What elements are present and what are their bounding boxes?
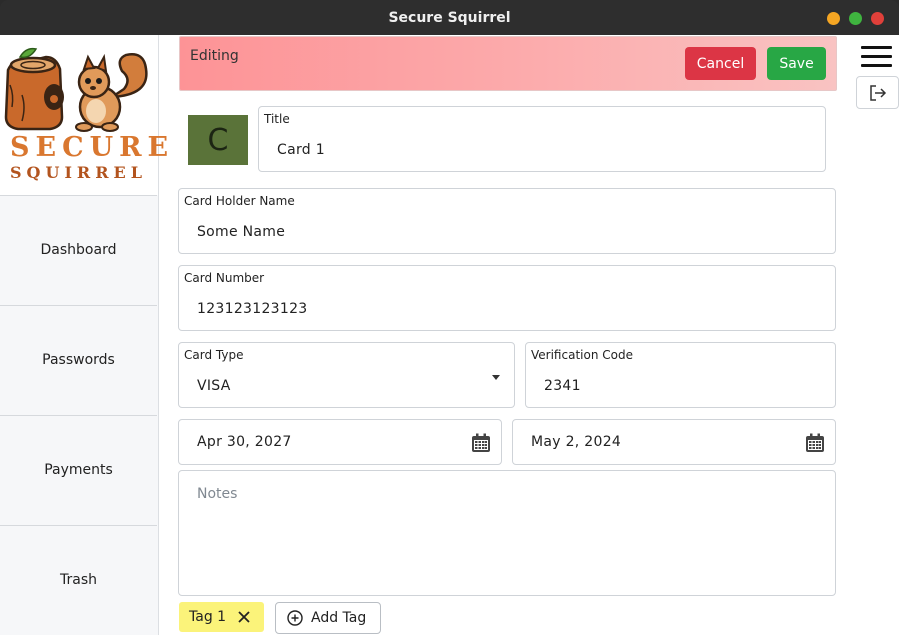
expiry-date-field[interactable]: Apr 30, 2027 [178,419,502,465]
title-value[interactable]: Card 1 [277,142,325,158]
editing-label: Editing [190,48,239,64]
app-window: SECURE SQUIRREL Dashboard Passwords Paym… [0,35,899,635]
card-number-label: Card Number [184,271,265,285]
sidebar-item-payments[interactable]: Payments [0,415,157,524]
notes-placeholder: Notes [197,486,238,502]
minimize-button[interactable] [827,12,840,25]
app-logo: SECURE SQUIRREL [0,35,175,195]
card-type-label: Card Type [184,348,244,362]
title-label: Title [264,112,290,126]
second-date-value[interactable]: May 2, 2024 [531,434,621,450]
verification-code-value[interactable]: 2341 [544,378,581,394]
add-tag-button[interactable]: Add Tag [275,602,381,634]
sidebar-item-label: Dashboard [40,242,117,258]
tag-chip: Tag 1 [179,602,264,632]
notes-textarea[interactable]: Notes [178,470,836,596]
save-button[interactable]: Save [767,47,826,80]
sidebar-item-label: Passwords [42,352,115,368]
tag-label: Tag 1 [189,609,227,625]
calendar-icon[interactable] [805,433,825,453]
chevron-down-icon[interactable] [492,375,500,380]
calendar-icon[interactable] [471,433,491,453]
sidebar: SECURE SQUIRREL Dashboard Passwords Paym… [0,35,175,635]
card-type-select[interactable]: Card Type VISA [178,342,515,408]
sidebar-item-label: Payments [44,462,113,478]
window-titlebar: Secure Squirrel [0,0,899,35]
second-date-field[interactable]: May 2, 2024 [512,419,836,465]
card-holder-label: Card Holder Name [184,194,295,208]
card-holder-value[interactable]: Some Name [197,224,285,240]
sidebar-item-label: Trash [60,572,97,588]
card-number-field[interactable]: Card Number 123123123123 [178,265,836,331]
add-tag-label: Add Tag [311,610,367,626]
close-icon[interactable] [237,610,251,624]
title-field[interactable]: Title Card 1 [258,106,826,172]
sidebar-item-dashboard[interactable]: Dashboard [0,195,157,304]
card-type-value[interactable]: VISA [197,378,231,394]
cancel-button[interactable]: Cancel [685,47,756,80]
card-holder-field[interactable]: Card Holder Name Some Name [178,188,836,254]
logout-button[interactable] [856,76,899,109]
edit-card-form: Editing Cancel Save C Title Card 1 Card … [159,35,849,635]
squirrel-logo-icon [4,47,148,132]
logout-icon [869,84,886,101]
sidebar-item-passwords[interactable]: Passwords [0,305,157,414]
verification-code-field[interactable]: Verification Code 2341 [525,342,836,408]
expiry-date-value[interactable]: Apr 30, 2027 [197,434,292,450]
plus-circle-icon [287,610,303,626]
card-number-value[interactable]: 123123123123 [197,301,308,317]
avatar: C [188,115,248,165]
logo-wordmark-secure: SECURE [10,132,175,163]
verification-code-label: Verification Code [531,348,633,362]
maximize-button[interactable] [849,12,862,25]
sidebar-item-trash[interactable]: Trash [0,525,157,634]
editing-banner: Editing Cancel Save [179,36,837,91]
window-title: Secure Squirrel [388,10,511,26]
close-window-button[interactable] [871,12,884,25]
logo-wordmark-squirrel: SQUIRREL [10,163,147,182]
menu-icon[interactable] [861,46,892,68]
